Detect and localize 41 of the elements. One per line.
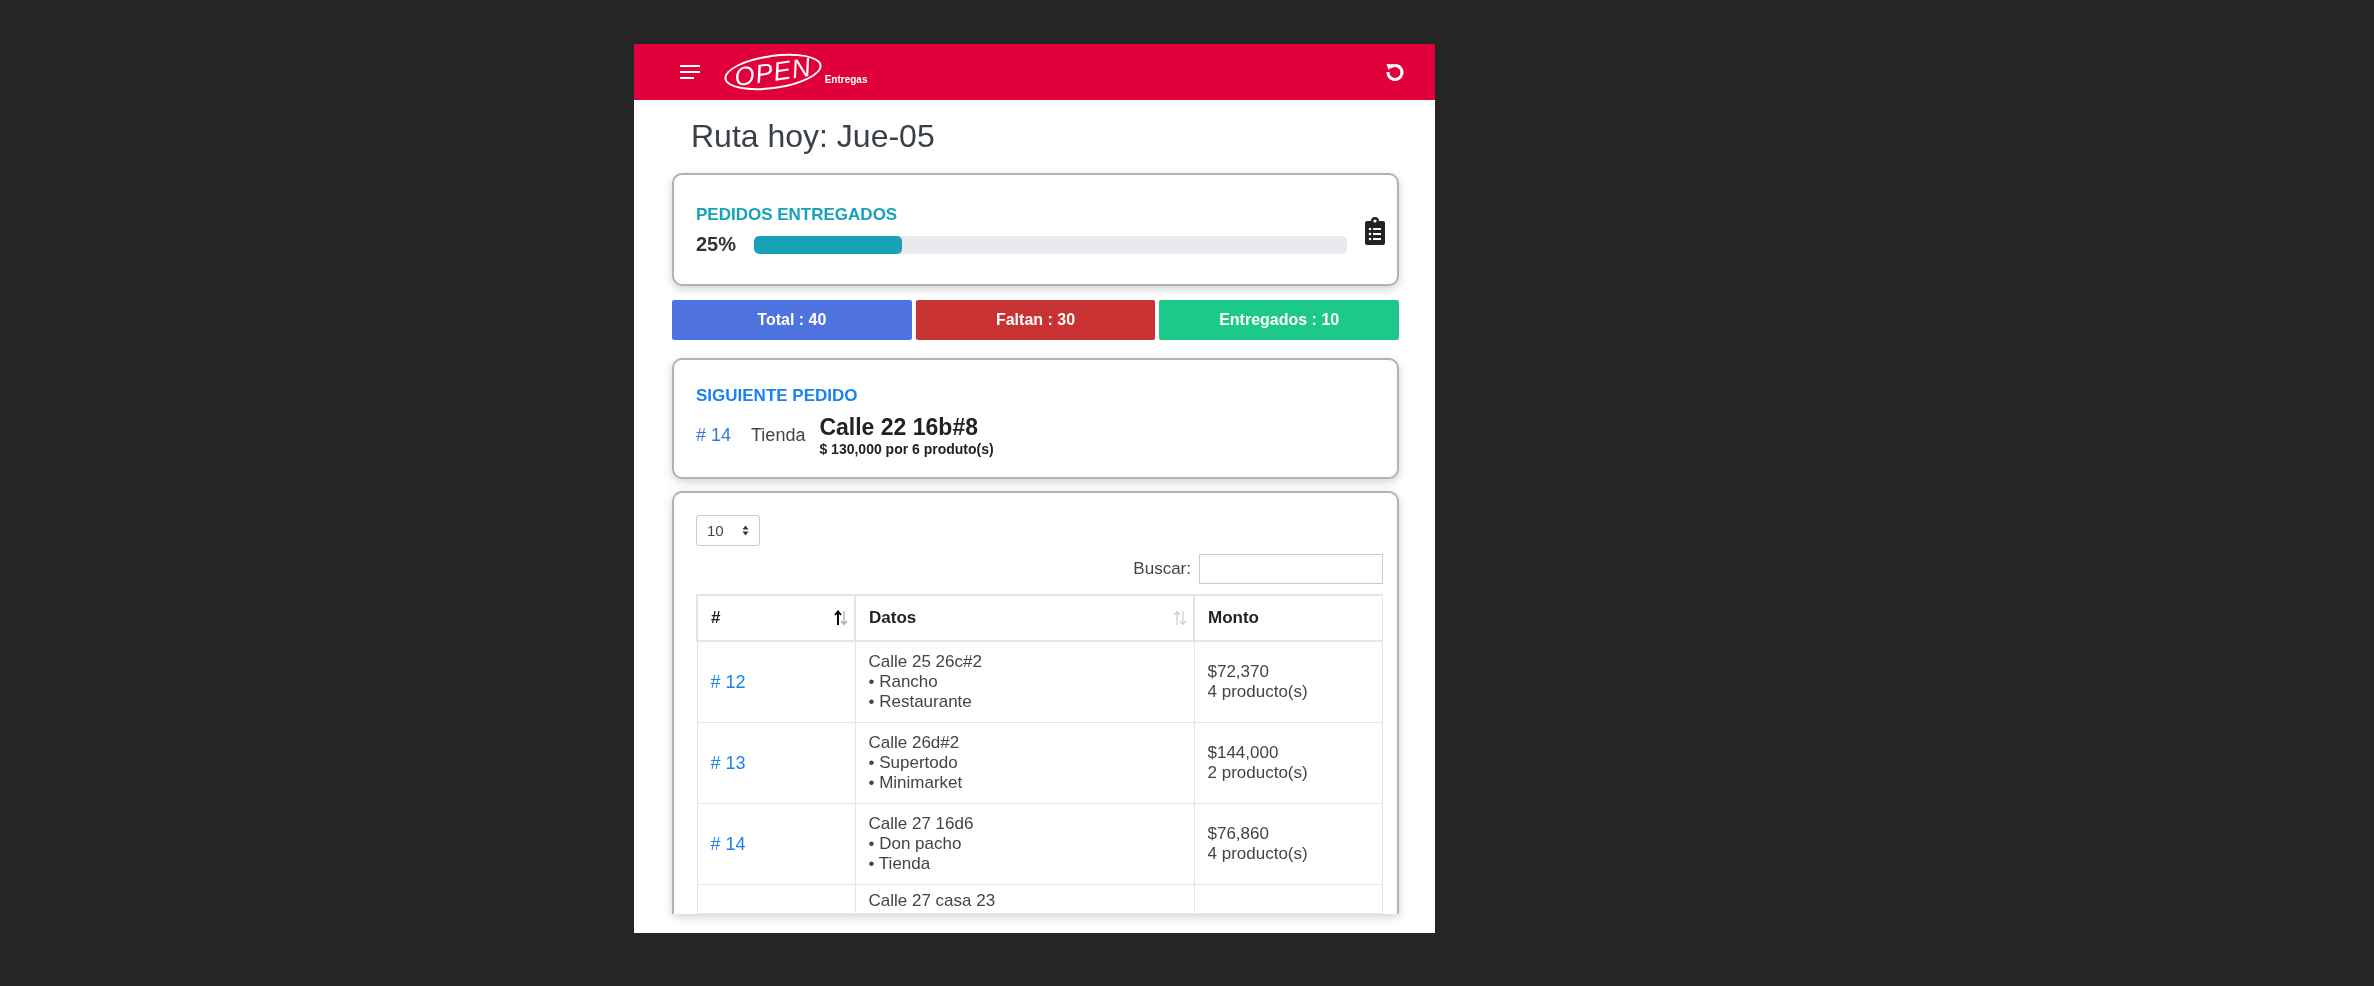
store-name: Tienda <box>751 425 806 446</box>
percent-label: 25% <box>696 233 737 256</box>
order-amount: $76,860 <box>1207 824 1270 844</box>
order-summary: $ 130,000 por 6 produto(s) <box>819 441 994 457</box>
customer-tag: • Rancho <box>868 672 1181 692</box>
order-address: Calle 27 casa 23 <box>868 891 997 911</box>
stat-button[interactable]: Faltan : 30 <box>915 300 1156 340</box>
order-link[interactable]: # 12 <box>710 672 746 692</box>
refresh-icon[interactable] <box>1385 62 1405 82</box>
logo-subtitle: Entregas <box>824 74 868 85</box>
customer-tag: • Don pacho <box>868 834 1181 854</box>
column-header[interactable]: # <box>697 595 855 641</box>
column-header[interactable]: Datos <box>855 595 1194 641</box>
order-link[interactable]: # 13 <box>710 753 746 773</box>
column-header[interactable]: Monto <box>1194 595 1383 641</box>
order-link[interactable]: # 14 <box>696 425 732 446</box>
menu-icon[interactable] <box>680 64 700 80</box>
order-amount: $144,000 <box>1207 743 1280 763</box>
page-size-select[interactable]: 10 <box>696 515 760 546</box>
stat-button[interactable]: Total : 40 <box>672 300 912 340</box>
customer-tag: • Restaurante <box>868 692 1181 712</box>
customer-tag: • Tienda <box>868 854 1181 874</box>
card-title: PEDIDOS ENTREGADOS <box>696 205 899 225</box>
customer-tag: • Minimarket <box>868 773 1181 793</box>
product-count: 2 producto(s) <box>1207 763 1309 783</box>
customer-tag: • Supertodo <box>868 753 1181 773</box>
updown-caret-icon <box>741 525 749 536</box>
order-address: Calle 26d#2 <box>868 733 961 753</box>
order-address: Calle 25 26c#2 <box>868 652 983 672</box>
order-link[interactable]: # 14 <box>710 834 746 854</box>
order-address: Calle 27 16d6 <box>868 814 975 834</box>
clipboard-list-icon <box>1365 216 1385 245</box>
product-count: 4 producto(s) <box>1207 844 1309 864</box>
search-label: Buscar: <box>1133 559 1191 579</box>
order-address: Calle 22 16b#8 <box>819 414 979 441</box>
page-title: Ruta hoy: Jue-05 <box>691 118 936 155</box>
card-title: SIGUIENTE PEDIDO <box>696 386 859 406</box>
sort-icon[interactable] <box>834 610 848 626</box>
order-amount: $72,370 <box>1207 662 1270 682</box>
product-count: 4 producto(s) <box>1207 682 1309 702</box>
search-field[interactable] <box>1199 554 1383 584</box>
